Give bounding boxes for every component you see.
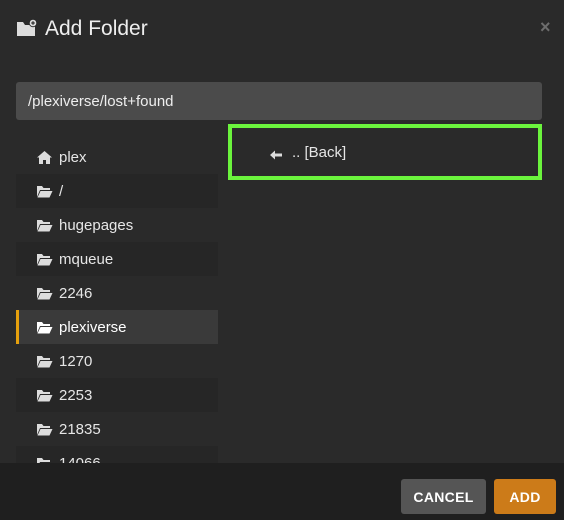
sidebar-item-14066[interactable]: 14066: [16, 446, 218, 463]
folder-open-icon: [36, 184, 53, 199]
dialog-footer: CANCEL ADD: [0, 463, 564, 520]
sidebar-folder-list: plex / hugepages mqueue 2246 plexiverse: [16, 140, 218, 463]
arrow-left-icon: [270, 147, 282, 160]
back-item-label: .. [Back]: [292, 143, 347, 161]
sidebar-item-2253[interactable]: 2253: [16, 378, 218, 412]
folder-open-icon: [36, 354, 53, 369]
folder-open-icon: [36, 422, 53, 437]
folder-open-icon: [36, 286, 53, 301]
folder-open-icon: [36, 388, 53, 403]
sidebar-item-plex[interactable]: plex: [16, 140, 218, 174]
sidebar-item-label: hugepages: [59, 216, 134, 234]
sidebar-item-label: /: [59, 182, 64, 200]
back-item[interactable]: .. [Back]: [228, 124, 542, 180]
sidebar-item-label: plex: [59, 148, 87, 166]
sidebar-item-label: 21835: [59, 420, 101, 438]
sidebar-item-hugepages[interactable]: hugepages: [16, 208, 218, 242]
sidebar-item-label: 14066: [59, 454, 101, 464]
folder-open-icon: [36, 456, 53, 463]
sidebar-item-2246[interactable]: 2246: [16, 276, 218, 310]
sidebar-item-root[interactable]: /: [16, 174, 218, 208]
folder-open-icon: [36, 320, 53, 335]
folder-open-icon: [36, 218, 53, 233]
sidebar-item-label: 2246: [59, 284, 93, 302]
sidebar-item-label: 1270: [59, 352, 93, 370]
cancel-button[interactable]: CANCEL: [401, 479, 486, 514]
sidebar-item-21835[interactable]: 21835: [16, 412, 218, 446]
sidebar-item-label: 2253: [59, 386, 93, 404]
folder-browser: .. [Back]: [228, 124, 542, 180]
folder-open-icon: [36, 252, 53, 267]
home-icon: [36, 150, 53, 165]
sidebar-item-label: plexiverse: [59, 318, 127, 336]
sidebar-item-mqueue[interactable]: mqueue: [16, 242, 218, 276]
sidebar-item-label: mqueue: [59, 250, 114, 268]
dialog-header: Add Folder ×: [0, 0, 564, 58]
folder-add-icon: [16, 18, 38, 38]
dialog-title: Add Folder: [45, 17, 148, 40]
close-icon[interactable]: ×: [540, 17, 551, 37]
sidebar-item-plexiverse[interactable]: plexiverse: [16, 310, 218, 344]
sidebar-item-1270[interactable]: 1270: [16, 344, 218, 378]
add-button[interactable]: ADD: [494, 479, 556, 514]
folder-path-input[interactable]: [16, 82, 542, 120]
